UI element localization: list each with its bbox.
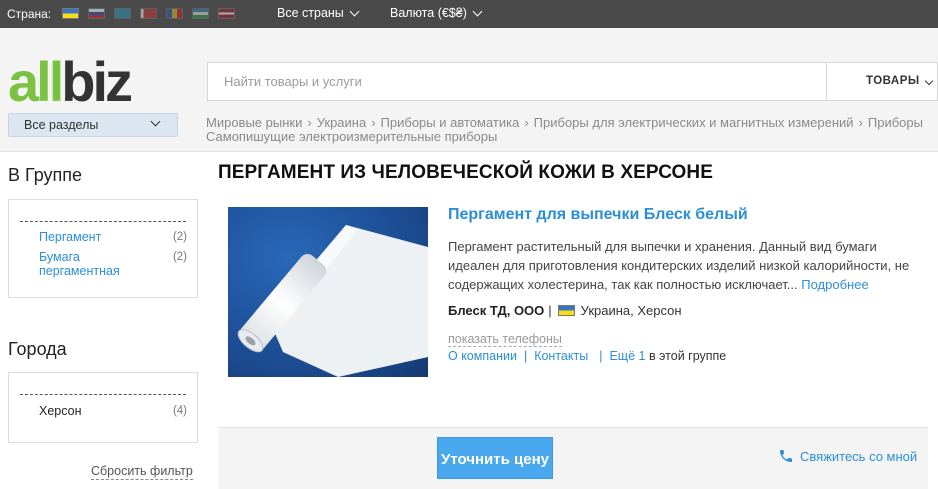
in-group-suffix: в этой группе	[648, 349, 727, 363]
all-countries-dropdown[interactable]: Все страны	[277, 6, 360, 20]
breadcrumb-item[interactable]: Украина	[317, 116, 367, 130]
breadcrumb-item[interactable]: Мировые рынки	[206, 116, 302, 130]
all-sections-label: Все разделы	[24, 118, 99, 132]
city-filter-item[interactable]: Херсон (4)	[39, 404, 187, 418]
breadcrumb-separator: ›	[858, 116, 863, 130]
city-filter-item-label: Херсон	[39, 404, 82, 418]
country-flags	[62, 8, 235, 19]
moldova-flag-icon[interactable]	[166, 8, 183, 19]
group-filter-item[interactable]: Пергамент (2)	[39, 230, 187, 244]
read-more-link[interactable]: Подробнее	[801, 277, 868, 292]
breadcrumb-item[interactable]: Приборы и автоматика	[381, 116, 520, 130]
currency-dropdown[interactable]: Валюта (€$₴)	[390, 6, 483, 20]
kazakhstan-flag-icon[interactable]	[114, 8, 131, 19]
divider	[20, 221, 186, 222]
separator: |	[548, 303, 552, 318]
phone-icon	[780, 450, 792, 462]
logo-part-all: all	[8, 50, 64, 113]
logo-part-biz: biz	[61, 50, 133, 113]
group-filter-item[interactable]: Бумага пергаментная (2)	[39, 250, 187, 278]
contact-me-label: Свяжитесь со мной	[800, 448, 918, 464]
product-image[interactable]	[228, 207, 428, 377]
all-countries-label: Все страны	[277, 6, 344, 20]
russia-flag-icon[interactable]	[88, 8, 105, 19]
all-sections-dropdown[interactable]: Все разделы	[8, 113, 178, 137]
ukraine-flag-icon[interactable]	[62, 8, 79, 19]
cities-filter-title: Города	[8, 339, 67, 359]
contacts-link[interactable]: Контакты	[534, 349, 588, 363]
cities-filter-box: Херсон (4)	[8, 372, 198, 443]
more-in-group-link[interactable]: Ещё 1	[609, 349, 645, 363]
breadcrumb-separator: ›	[524, 116, 529, 130]
group-filter-item-count: (2)	[172, 251, 187, 263]
product-action-bar: Уточнить цену Свяжитесь со мной	[218, 427, 928, 489]
breadcrumb-current: Самопишущие электроизмерительные приборы	[206, 129, 498, 144]
separator: |	[523, 349, 528, 363]
allbiz-logo[interactable]: allbiz	[8, 54, 133, 110]
breadcrumb-item[interactable]: Приборы	[868, 116, 923, 130]
chevron-down-icon	[150, 116, 161, 127]
about-company-link[interactable]: О компании	[448, 349, 517, 363]
belarus-flag-icon[interactable]	[140, 8, 157, 19]
chevron-down-icon	[349, 6, 360, 16]
group-filter-title: В Группе	[8, 165, 83, 185]
clarify-price-button[interactable]: Уточнить цену	[437, 437, 553, 479]
ukraine-flag-icon	[557, 305, 575, 316]
search-type-dropdown[interactable]: ТОВАРЫ	[826, 63, 938, 100]
group-filter-box: Пергамент (2) Бумага пергаментная (2)	[8, 199, 198, 298]
search-input[interactable]	[208, 63, 826, 100]
page-title: ПЕРГАМЕНТ ИЗ ЧЕЛОВЕЧЕСКОЙ КОЖИ В ХЕРСОНЕ	[218, 162, 714, 183]
currency-label: Валюта (€$₴)	[390, 6, 467, 20]
company-name[interactable]: Блеск ТД, ООО	[448, 303, 544, 318]
seller-info: Блеск ТД, ООО | Украина, Херсон	[448, 303, 682, 318]
chevron-down-icon	[472, 6, 483, 16]
search-type-label: ТОВАРЫ	[866, 75, 920, 87]
country-label: Страна:	[7, 7, 52, 21]
breadcrumb-separator: ›	[371, 116, 376, 130]
reset-filter-link[interactable]: Сбросить фильтр	[91, 464, 193, 480]
breadcrumb-item[interactable]: Приборы для электрических и магнитных из…	[534, 116, 854, 130]
parchment-roll-image	[237, 225, 428, 377]
city-filter-item-count: (4)	[172, 405, 187, 417]
latvia-flag-icon[interactable]	[218, 8, 235, 19]
company-links: О компании | Контакты | Ещё 1 в этой группе	[448, 349, 726, 363]
breadcrumb-separator: ›	[307, 116, 312, 130]
header: allbiz Все разделы ТОВАРЫ Мировые рынки ›…	[0, 28, 938, 152]
group-filter-item-label: Бумага пергаментная	[39, 250, 120, 278]
product-description: Пергамент растительный для выпечки и хра…	[448, 237, 918, 294]
separator: |	[599, 349, 603, 363]
group-filter-item-label: Пергамент	[39, 230, 102, 244]
show-phones-link[interactable]: показать телефоны	[448, 332, 562, 347]
chevron-down-icon	[924, 76, 933, 86]
search-bar: ТОВАРЫ	[207, 62, 938, 101]
company-location: Украина, Херсон	[580, 303, 682, 318]
contact-me-link[interactable]: Свяжитесь со мной	[778, 448, 917, 464]
product-title-link[interactable]: Пергамент для выпечки Блеск белый	[448, 206, 748, 224]
top-bar: Страна: Все страны Валюта (€$₴)	[0, 0, 938, 28]
uzbekistan-flag-icon[interactable]	[192, 8, 209, 19]
group-filter-item-count: (2)	[172, 231, 187, 243]
divider	[20, 394, 186, 395]
breadcrumb: Мировые рынки › Украина › Приборы и автомати…	[206, 116, 938, 144]
